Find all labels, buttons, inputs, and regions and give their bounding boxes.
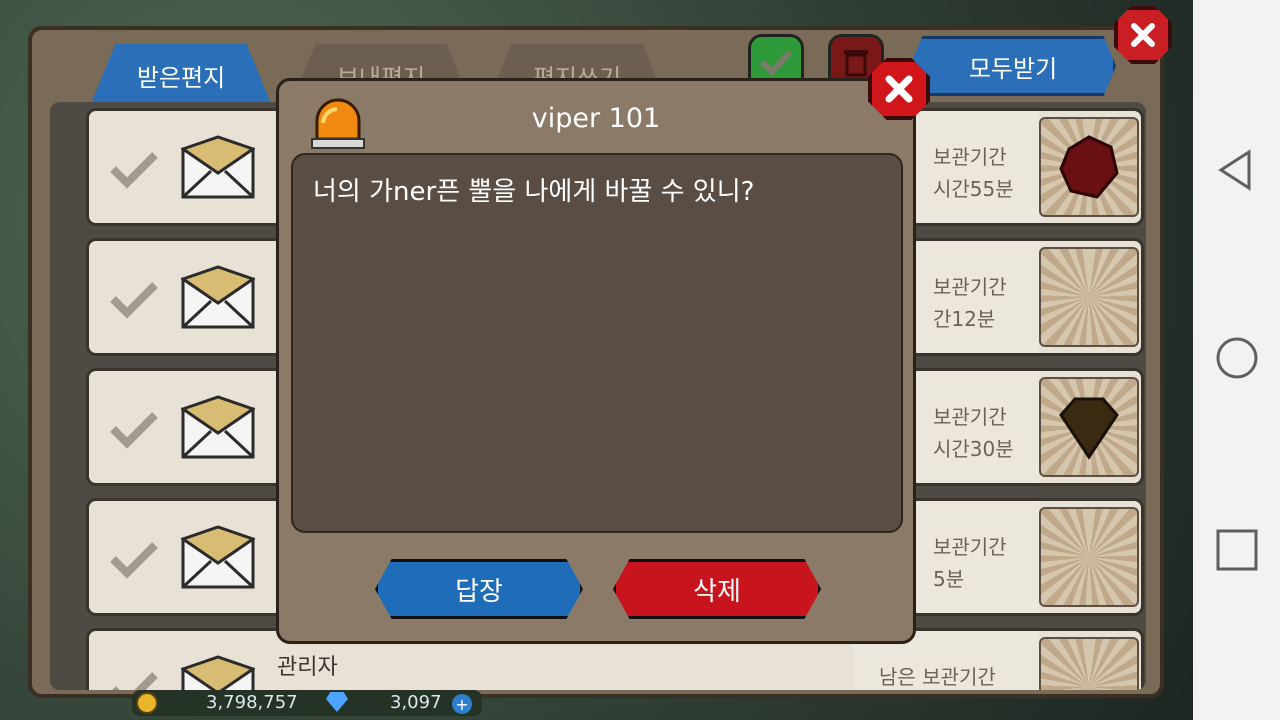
message-box: 너의 가ner픈 뿔을 나에게 바꿀 수 있니? (291, 153, 903, 533)
gold-amount: 3,798,757 (206, 692, 298, 713)
back-icon[interactable] (1215, 148, 1259, 192)
home-icon[interactable] (1215, 336, 1259, 380)
keep-label: 보관기간 (933, 275, 1007, 299)
receive-all-button[interactable]: 모두받기 (910, 36, 1116, 96)
message-dialog: viper 101 너의 가ner픈 뿔을 나에게 바꿀 수 있니? 답장 삭제 (276, 78, 916, 644)
keep-label: 보관기간 (933, 535, 1007, 559)
attachment-item[interactable] (1039, 117, 1139, 217)
close-icon (885, 75, 913, 103)
keep-time: 5분 (933, 567, 965, 591)
attachment-item[interactable] (1039, 247, 1139, 347)
tab-received[interactable]: 받은편지 (90, 44, 272, 106)
envelope-icon (181, 525, 255, 589)
keep-label: 보관기간 (933, 145, 1007, 169)
keep-time: 간12분 (933, 307, 996, 331)
mail-sender: 관리자 (277, 655, 338, 680)
attachment-item[interactable] (1039, 637, 1139, 690)
envelope-icon (181, 265, 255, 329)
check-icon[interactable] (109, 149, 159, 189)
delete-button[interactable]: 삭제 (613, 559, 821, 619)
gold-coin-icon (136, 692, 158, 714)
gem-amount: 3,097 (390, 692, 442, 713)
recent-apps-icon[interactable] (1215, 528, 1259, 572)
trash-icon (844, 50, 868, 77)
attachment-item[interactable] (1039, 507, 1139, 607)
ruby-icon (1059, 135, 1119, 199)
keep-label: 남은 보관기간 (879, 665, 996, 689)
keep-label: 보관기간 (933, 405, 1007, 429)
check-icon (759, 49, 793, 76)
check-icon[interactable] (109, 409, 159, 449)
envelope-icon (181, 655, 255, 690)
check-icon[interactable] (109, 669, 159, 690)
attachment-item[interactable] (1039, 377, 1139, 477)
reply-button[interactable]: 답장 (375, 559, 583, 619)
keep-time: 시간30분 (933, 437, 1014, 461)
keep-time: 시간55분 (933, 177, 1014, 201)
dialog-title: viper 101 (531, 103, 661, 134)
diamond-icon (1059, 397, 1119, 460)
message-text: 너의 가ner픈 뿔을 나에게 바꿀 수 있니? (313, 177, 755, 207)
envelope-icon (181, 135, 255, 199)
add-gems-button[interactable]: + (452, 694, 472, 714)
envelope-icon (181, 395, 255, 459)
close-icon (1131, 23, 1155, 47)
android-nav-bar (1193, 0, 1280, 720)
check-icon[interactable] (109, 279, 159, 319)
check-icon[interactable] (109, 539, 159, 579)
